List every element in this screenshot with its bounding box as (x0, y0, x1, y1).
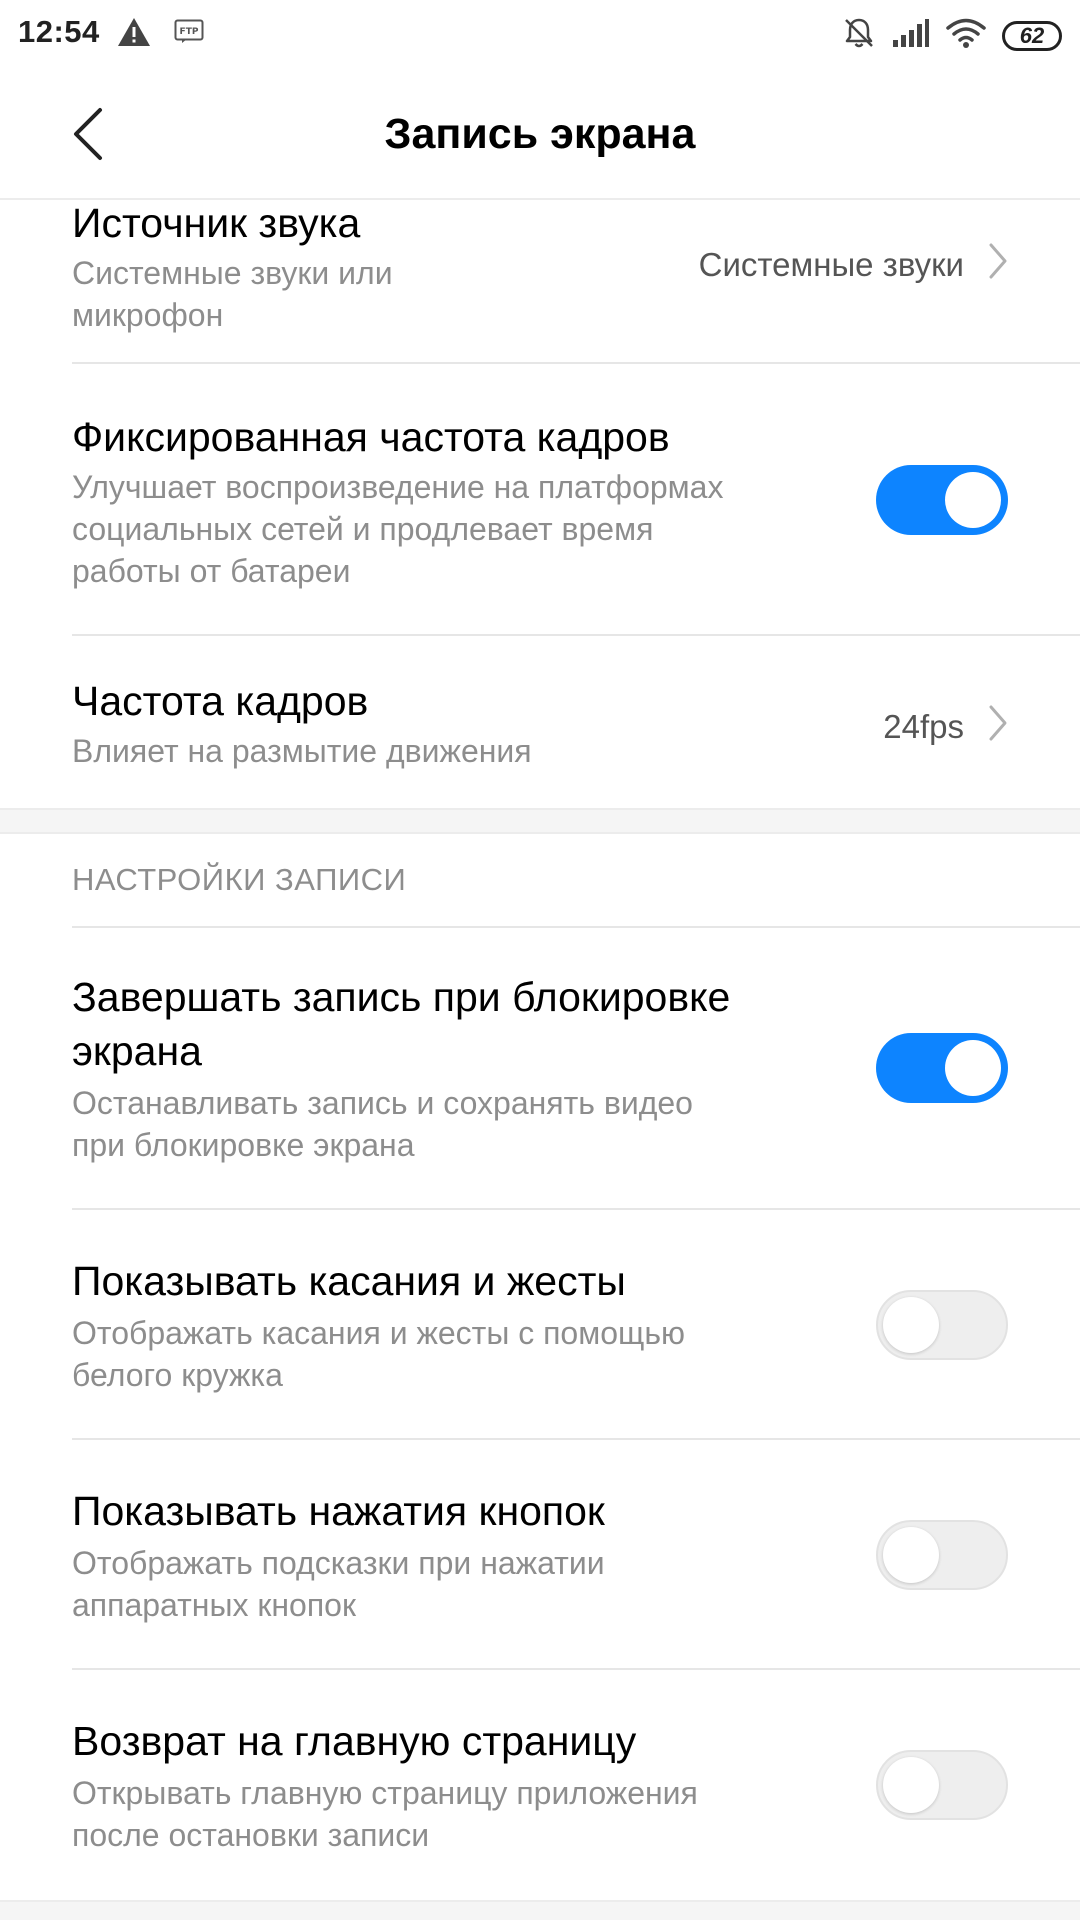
subtitle-line: аппаратных кнопок (72, 1587, 356, 1623)
setting-title: Частота кадров (72, 678, 369, 724)
status-right-icons: 62 (842, 16, 1062, 55)
setting-show-buttons: Показывать нажатия кнопок Отображать под… (72, 1484, 1008, 1634)
title-line: Завершать запись при блокировке (72, 974, 731, 1020)
divider (72, 1668, 1080, 1670)
setting-value[interactable]: Системные звуки (699, 242, 1008, 288)
fixed-fps-toggle[interactable] (876, 465, 1008, 535)
bell-muted-icon (842, 16, 876, 55)
setting-value-label: 24fps (883, 708, 964, 745)
signal-icon (892, 18, 930, 53)
setting-sound-source[interactable]: Источник звука Системные звуки или микро… (72, 196, 1008, 362)
battery-icon: 62 (1002, 20, 1062, 51)
setting-return-home: Возврат на главную страницу Открывать гл… (72, 1714, 1008, 1864)
status-bar: 12:54 FTP 62 (0, 0, 1080, 74)
setting-value[interactable]: 24fps (883, 704, 1008, 750)
show-touches-toggle[interactable] (876, 1290, 1008, 1360)
subtitle-line: Отображать касания и жесты с помощью (72, 1315, 686, 1351)
return-home-toggle[interactable] (876, 1750, 1008, 1820)
show-buttons-toggle[interactable] (876, 1520, 1008, 1590)
setting-frame-rate[interactable]: Частота кадров Влияет на размытие движен… (72, 674, 1008, 794)
subtitle-line: при блокировке экрана (72, 1127, 415, 1163)
toggle-knob (945, 472, 1001, 528)
subtitle-line: социальных сетей и продлевает время (72, 511, 654, 547)
subtitle-line: Улучшает воспроизведение на платформах (72, 469, 724, 505)
setting-title: Завершать запись при блокировке экрана (72, 970, 1008, 1078)
divider (72, 634, 1080, 636)
setting-title: Возврат на главную страницу (72, 1718, 637, 1764)
status-left-icons: FTP (116, 16, 204, 53)
setting-subtitle: Открывать главную страницу приложения по… (72, 1772, 832, 1856)
setting-stop-on-lock: Завершать запись при блокировке экрана О… (72, 970, 1008, 1170)
divider (72, 926, 1080, 928)
toggle-knob (883, 1527, 939, 1583)
divider (72, 1208, 1080, 1210)
svg-text:FTP: FTP (180, 27, 199, 37)
setting-subtitle: Отображать подсказки при нажатии аппарат… (72, 1542, 832, 1626)
toggle-knob (883, 1297, 939, 1353)
setting-title: Показывать касания и жесты (72, 1258, 626, 1304)
status-time: 12:54 (18, 14, 100, 49)
subtitle-line: Открывать главную страницу приложения (72, 1775, 698, 1811)
subtitle-line: белого кружка (72, 1357, 283, 1393)
subtitle-line: Останавливать запись и сохранять видео (72, 1085, 693, 1121)
divider (72, 1438, 1080, 1440)
setting-title: Фиксированная частота кадров (72, 414, 670, 460)
wifi-icon (946, 17, 986, 54)
chevron-right-icon (988, 704, 1008, 750)
setting-subtitle: Останавливать запись и сохранять видео п… (72, 1082, 832, 1166)
ftp-icon: FTP (174, 19, 204, 50)
subtitle-line: Отображать подсказки при нажатии (72, 1545, 605, 1581)
stop-on-lock-toggle[interactable] (876, 1033, 1008, 1103)
subtitle-line: после остановки записи (72, 1817, 430, 1853)
setting-subtitle: Отображать касания и жесты с помощью бел… (72, 1312, 832, 1396)
chevron-right-icon (988, 242, 1008, 288)
toggle-knob (883, 1757, 939, 1813)
setting-fixed-fps: Фиксированная частота кадров Улучшает во… (72, 410, 1008, 610)
setting-value-label: Системные звуки (698, 246, 964, 283)
page-title: Запись экрана (384, 110, 696, 158)
app-header: Запись экрана (0, 74, 1080, 200)
setting-subtitle: Влияет на размытие движения (72, 733, 532, 769)
section-separator (0, 808, 1080, 834)
divider (72, 362, 1080, 364)
warning-icon (116, 16, 152, 53)
title-line: экрана (72, 1028, 202, 1074)
setting-show-touches: Показывать касания и жесты Отображать ка… (72, 1254, 1008, 1404)
setting-title: Показывать нажатия кнопок (72, 1488, 605, 1534)
setting-subtitle: Улучшает воспроизведение на платформах с… (72, 466, 832, 592)
subtitle-line: микрофон (72, 297, 224, 333)
toggle-knob (945, 1040, 1001, 1096)
section-separator (0, 1900, 1080, 1920)
section-header: НАСТРОЙКИ ЗАПИСИ (72, 862, 407, 897)
subtitle-line: работы от батареи (72, 553, 351, 589)
